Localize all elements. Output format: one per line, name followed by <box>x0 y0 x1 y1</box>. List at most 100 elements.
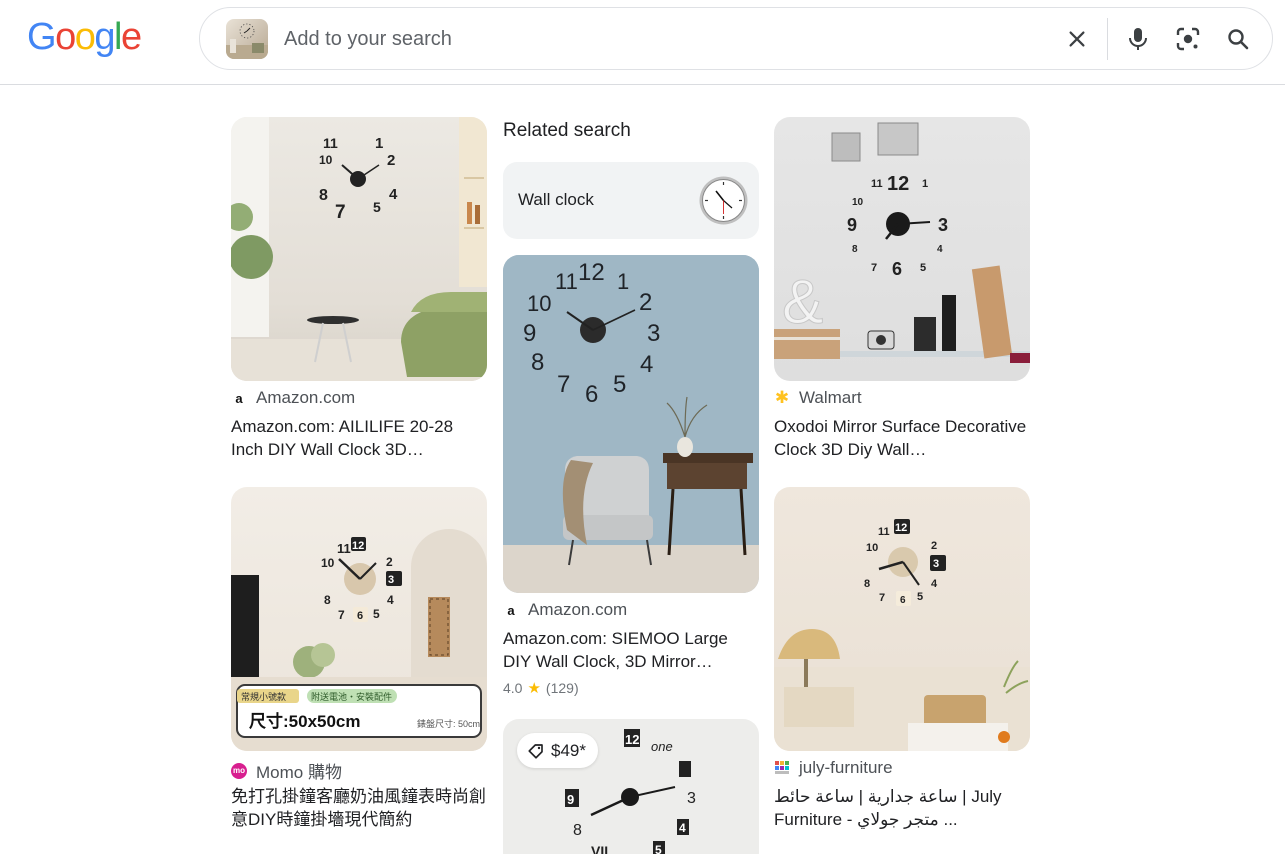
clock-numeral: 2 <box>931 540 937 552</box>
clock-numeral: 3 <box>388 574 394 586</box>
clock-numeral: 4 <box>679 821 686 835</box>
wall-clock-thumbnail <box>699 176 748 225</box>
star-icon: ★ <box>527 680 541 697</box>
amazon-icon: a <box>507 602 515 618</box>
clock-numeral: 3 <box>938 215 948 235</box>
clock-numeral: 7 <box>879 592 885 604</box>
clock-numeral: 7 <box>557 371 570 398</box>
clock-numeral: 5 <box>920 262 926 274</box>
result-image[interactable]: 11 1 2 10 8 4 7 5 <box>231 117 487 381</box>
clock-numeral: 3 <box>933 558 939 570</box>
clock-numeral: 12 <box>352 540 364 552</box>
result-source[interactable]: ✱ Walmart <box>774 388 862 408</box>
clock-numeral: 9 <box>847 215 857 235</box>
amazon-icon: a <box>235 390 243 406</box>
clock-numeral: 11 <box>337 541 351 556</box>
clock-numeral: 8 <box>573 822 582 839</box>
result-image[interactable]: 11 12 10 2 3 8 4 7 6 5 <box>774 487 1030 751</box>
result-title-line: ساعة جدارية | ساعة حائط | July <box>774 787 1002 806</box>
clock-numeral: 6 <box>357 610 363 622</box>
clock-numeral: 11 <box>555 269 578 294</box>
clock-numeral: 11 <box>323 135 338 151</box>
clock-numeral: 12 <box>887 173 909 195</box>
clock-numeral: 5 <box>655 843 662 854</box>
clock-numeral: one <box>651 739 673 754</box>
momo-icon: mo <box>231 762 247 779</box>
related-search-heading: Related search <box>503 120 631 141</box>
banner-note: 錶盤尺寸: 50cm <box>417 718 480 729</box>
clock-numeral: 1 <box>922 178 928 190</box>
logo-letter: G <box>27 16 57 58</box>
logo-letter: o <box>55 16 76 58</box>
clock-numeral: 12 <box>625 732 639 747</box>
search-divider <box>1107 18 1108 60</box>
source-name: Amazon.com <box>256 388 356 407</box>
logo-letter: g <box>94 16 115 58</box>
result-title[interactable]: 免打孔掛鐘客廳奶油風鐘表時尚創意DIY時鐘掛墻現代簡約 <box>231 785 487 831</box>
search-input[interactable] <box>284 24 884 54</box>
price-badge[interactable]: $49* <box>517 733 598 768</box>
clock-numeral: 5 <box>917 591 923 603</box>
result-source[interactable]: mo Momo 購物 <box>231 758 342 783</box>
clock-numeral: 2 <box>387 152 395 169</box>
result-title-line: Furniture - متجر جولاي ... <box>774 810 958 829</box>
search-image-thumbnail[interactable] <box>226 19 268 59</box>
clock-numeral: 4 <box>931 578 938 590</box>
mic-icon[interactable] <box>1121 22 1155 56</box>
rating-value: 4.0 <box>503 680 523 696</box>
result-source[interactable]: a Amazon.com <box>503 600 627 620</box>
clock-numeral: 5 <box>373 607 380 621</box>
banner-tag: 常規小號款 <box>241 691 286 702</box>
walmart-icon: ✱ <box>774 388 790 407</box>
clock-numeral: 6 <box>892 259 902 279</box>
clock-numeral: 5 <box>373 199 381 215</box>
clock-numeral: 9 <box>567 792 574 807</box>
price-tag-icon <box>528 743 543 759</box>
clock-numeral: 8 <box>324 593 331 607</box>
clock-numeral: 12 <box>578 259 605 286</box>
clock-numeral: 5 <box>613 371 626 398</box>
google-logo[interactable]: Google <box>27 16 142 58</box>
related-chip-label: Wall clock <box>518 190 594 209</box>
clock-numeral: 2 <box>639 289 652 316</box>
clock-numeral: 9 <box>523 320 536 347</box>
clock-numeral: 8 <box>864 578 870 590</box>
logo-letter: e <box>120 16 142 58</box>
lens-icon[interactable] <box>1171 22 1205 56</box>
result-rating: 4.0 ★ (129) <box>503 679 579 697</box>
source-name: july-furniture <box>799 758 893 777</box>
result-source[interactable]: a Amazon.com <box>231 388 355 408</box>
clock-numeral: 7 <box>338 608 345 622</box>
result-source[interactable]: july-furniture <box>774 758 893 778</box>
decor-ampersand: & <box>782 268 823 337</box>
search-icon[interactable] <box>1221 22 1255 56</box>
result-image[interactable]: 11 12 2 10 3 8 4 7 6 5 常規小號款 附送電池・安裝配件 尺… <box>231 487 487 751</box>
clock-numeral: 11 <box>878 526 890 538</box>
clock-numeral: 4 <box>389 186 398 203</box>
clock-numeral: 10 <box>527 291 551 316</box>
clock-numeral: 8 <box>852 244 858 255</box>
clock-numeral: 8 <box>319 187 328 204</box>
clock-numeral: 11 <box>871 178 883 190</box>
source-name: Amazon.com <box>528 600 628 619</box>
result-title[interactable]: Amazon.com: SIEMOO Large DIY Wall Clock,… <box>503 627 759 673</box>
clock-numeral: 4 <box>640 351 653 378</box>
result-title[interactable]: Oxodoi Mirror Surface Decorative Clock 3… <box>774 415 1030 461</box>
clock-numeral: 10 <box>866 542 878 554</box>
result-image[interactable]: 11 12 1 10 2 9 3 8 4 7 6 5 <box>503 255 759 593</box>
close-icon[interactable] <box>1060 22 1094 56</box>
logo-letter: l <box>113 16 122 58</box>
result-title[interactable]: Amazon.com: AILILIFE 20-28 Inch DIY Wall… <box>231 415 487 461</box>
search-box[interactable] <box>199 7 1273 70</box>
related-search-chip[interactable]: Wall clock <box>503 162 759 239</box>
result-title[interactable]: ساعة جدارية | ساعة حائط | July Furniture… <box>774 785 1030 831</box>
banner-size: 尺寸:50x50cm <box>249 711 361 731</box>
price-value: $49* <box>551 740 586 760</box>
clock-numeral: 10 <box>321 556 335 570</box>
source-name: Momo 購物 <box>256 763 342 782</box>
result-image[interactable]: 11 12 1 10 9 3 8 4 7 6 5 & <box>774 117 1030 381</box>
clock-numeral: 7 <box>335 202 346 223</box>
clock-numeral: 6 <box>585 381 598 408</box>
clock-numeral: 6 <box>900 595 906 606</box>
logo-letter: o <box>74 16 96 58</box>
